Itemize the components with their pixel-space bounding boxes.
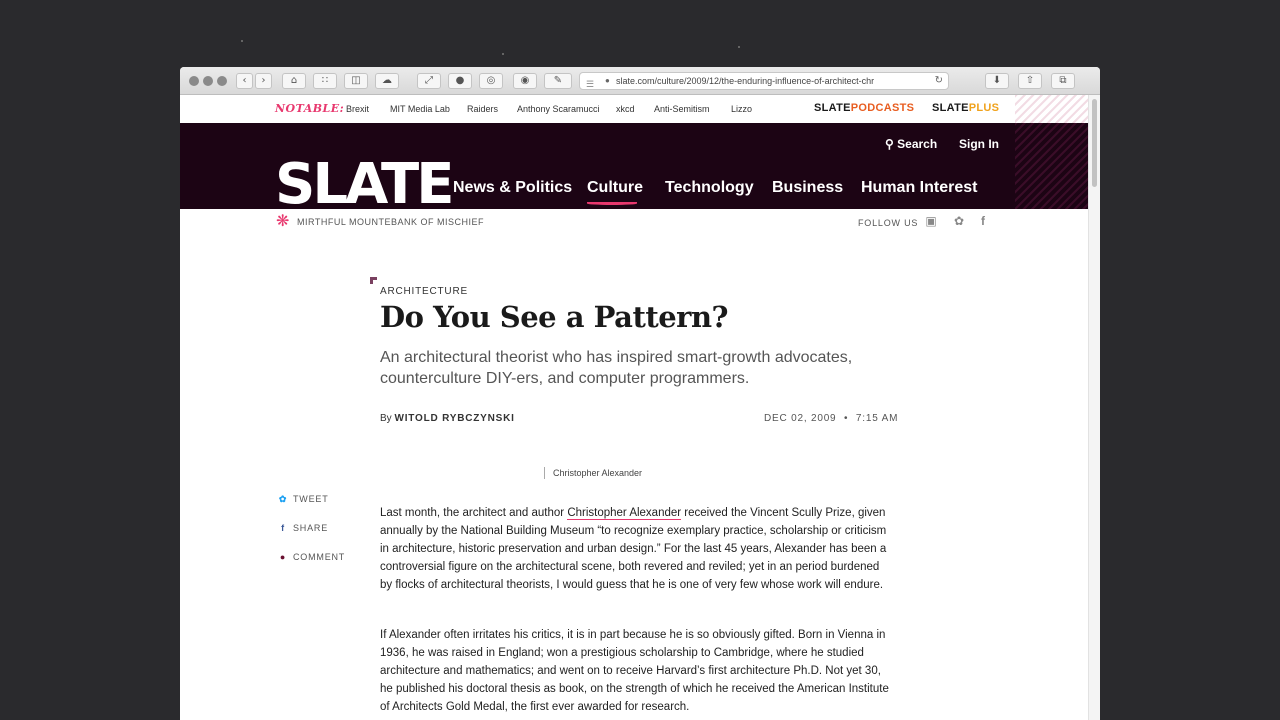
facebook-icon: f (281, 523, 285, 533)
close-window-button[interactable] (189, 76, 199, 86)
paragraph-text: Last month, the architect and author (380, 507, 568, 519)
nav-technology[interactable]: Technology (665, 179, 754, 197)
share-button[interactable]: f SHARE (277, 523, 328, 533)
nav-culture[interactable]: Culture (587, 179, 643, 197)
plus-brand: SLATE (932, 102, 969, 114)
tweet-label: TWEET (293, 494, 329, 504)
notable-link-anti-semitism[interactable]: Anti-Semitism (654, 104, 710, 114)
decorative-stripes (1015, 95, 1088, 123)
section-label[interactable]: ARCHITECTURE (380, 286, 468, 297)
byline-prefix: By (380, 413, 392, 424)
tabs-icon[interactable]: ⧉ (1051, 73, 1075, 89)
nav-business[interactable]: Business (772, 179, 843, 197)
notable-link-mit-media-lab[interactable]: MIT Media Lab (390, 104, 450, 114)
home-icon[interactable]: ⌂ (282, 73, 306, 89)
url-text: slate.com/culture/2009/12/the-enduring-i… (616, 76, 875, 86)
author-link[interactable]: WITOLD RYBCZYNSKI (394, 413, 514, 424)
address-bar[interactable]: ☰ ● slate.com/culture/2009/12/the-enduri… (579, 72, 949, 90)
decorative-stripes (1015, 123, 1088, 209)
nav-human-interest[interactable]: Human Interest (861, 179, 977, 197)
share-icon[interactable]: ⇧ (1018, 73, 1042, 89)
image-caption: Christopher Alexander (544, 467, 642, 479)
nav-news-politics[interactable]: News & Politics (453, 179, 572, 197)
podcasts-brand: SLATE (814, 102, 851, 114)
scrollbar-thumb[interactable] (1092, 99, 1097, 187)
fullscreen-icon[interactable]: ⤢ (417, 73, 441, 89)
search-label: Search (897, 137, 938, 151)
download-icon[interactable]: ⬇ (985, 73, 1009, 89)
article-dek: An architectural theorist who has inspir… (380, 349, 853, 387)
notable-link-xkcd[interactable]: xkcd (616, 104, 635, 114)
comment-button[interactable]: ● COMMENT (277, 552, 345, 562)
masthead: SLATE ⚲ Search Sign In News & Politics C… (180, 123, 1088, 209)
reload-icon[interactable]: ↻ (935, 73, 943, 89)
jester-icon: ❋ (276, 213, 290, 230)
time-text: 7:15 AM (855, 413, 899, 424)
grid-icon[interactable]: ∷ (313, 73, 337, 89)
notable-link-lizzo[interactable]: Lizzo (731, 104, 752, 114)
notable-label: NOTABLE: (275, 102, 345, 115)
comment-label: COMMENT (293, 552, 346, 562)
scrollbar[interactable] (1088, 95, 1100, 720)
christopher-alexander-link[interactable]: Christopher Alexander (567, 507, 682, 520)
extension-icon[interactable]: ✎ (544, 73, 572, 89)
cloud-icon[interactable]: ☁ (375, 73, 399, 89)
active-nav-underline (587, 202, 637, 205)
publish-date: DEC 02, 2009 • 7:15 AM (764, 413, 898, 424)
facebook-icon[interactable]: f (976, 214, 990, 228)
twitter-icon: ✿ (278, 494, 288, 504)
tagline: MIRTHFUL MOUNTEBANK OF MISCHIEF (297, 217, 485, 227)
background-star (502, 53, 504, 55)
notable-link-anthony-scaramucci[interactable]: Anthony Scaramucci (517, 104, 600, 114)
slate-logo[interactable]: SLATE (275, 157, 451, 209)
tweet-button[interactable]: ✿ TWEET (277, 494, 329, 505)
twitter-icon[interactable]: ✿ (952, 214, 966, 228)
article-paragraph: Last month, the architect and author Chr… (380, 504, 890, 594)
lock-icon: ● (605, 76, 610, 85)
slate-podcasts-link[interactable]: SLATEPODCASTS (814, 102, 914, 114)
share-label: SHARE (293, 523, 329, 533)
byline: By WITOLD RYBCZYNSKI (380, 413, 515, 424)
comment-icon: ● (279, 552, 287, 562)
drop-icon[interactable]: ● (448, 73, 472, 89)
follow-us-label: FOLLOW US (858, 218, 919, 228)
browser-window: ‹ › ⌂ ∷ ◫ ☁ ⤢ ● ◎ ◉ ✎ ☰ ● slate.com/cult… (180, 67, 1100, 720)
reader-icon[interactable]: ☰ (586, 76, 594, 89)
notable-link-raiders[interactable]: Raiders (467, 104, 498, 114)
zoom-window-button[interactable] (217, 76, 227, 86)
sign-in-link[interactable]: Sign In (959, 137, 999, 151)
plus-word: PLUS (968, 102, 1000, 114)
minimize-window-button[interactable] (203, 76, 213, 86)
search-icon: ⚲ (885, 137, 894, 151)
date-text: DEC 02, 2009 (764, 413, 837, 424)
podcasts-word: PODCASTS (850, 102, 915, 114)
date-separator: • (844, 413, 849, 424)
grammarly-icon[interactable]: ◉ (513, 73, 537, 89)
instagram-icon[interactable]: ▣ (924, 214, 938, 228)
slate-plus-link[interactable]: SLATEPLUS (932, 102, 999, 114)
section-marker (370, 277, 377, 284)
search-button[interactable]: ⚲ Search (885, 137, 937, 151)
notable-link-brexit[interactable]: Brexit (346, 104, 369, 114)
article-paragraph: If Alexander often irritates his critics… (380, 629, 889, 713)
onepassword-icon[interactable]: ◎ (479, 73, 503, 89)
background-star (241, 40, 243, 42)
browser-toolbar: ‹ › ⌂ ∷ ◫ ☁ ⤢ ● ◎ ◉ ✎ ☰ ● slate.com/cult… (180, 67, 1100, 95)
back-button[interactable]: ‹ (236, 73, 253, 89)
notable-bar: NOTABLE: Brexit MIT Media Lab Raiders An… (180, 95, 1015, 123)
background-star (738, 46, 740, 48)
sidebar-icon[interactable]: ◫ (344, 73, 368, 89)
forward-button[interactable]: › (255, 73, 272, 89)
article-headline: Do You See a Pattern? (380, 300, 729, 334)
